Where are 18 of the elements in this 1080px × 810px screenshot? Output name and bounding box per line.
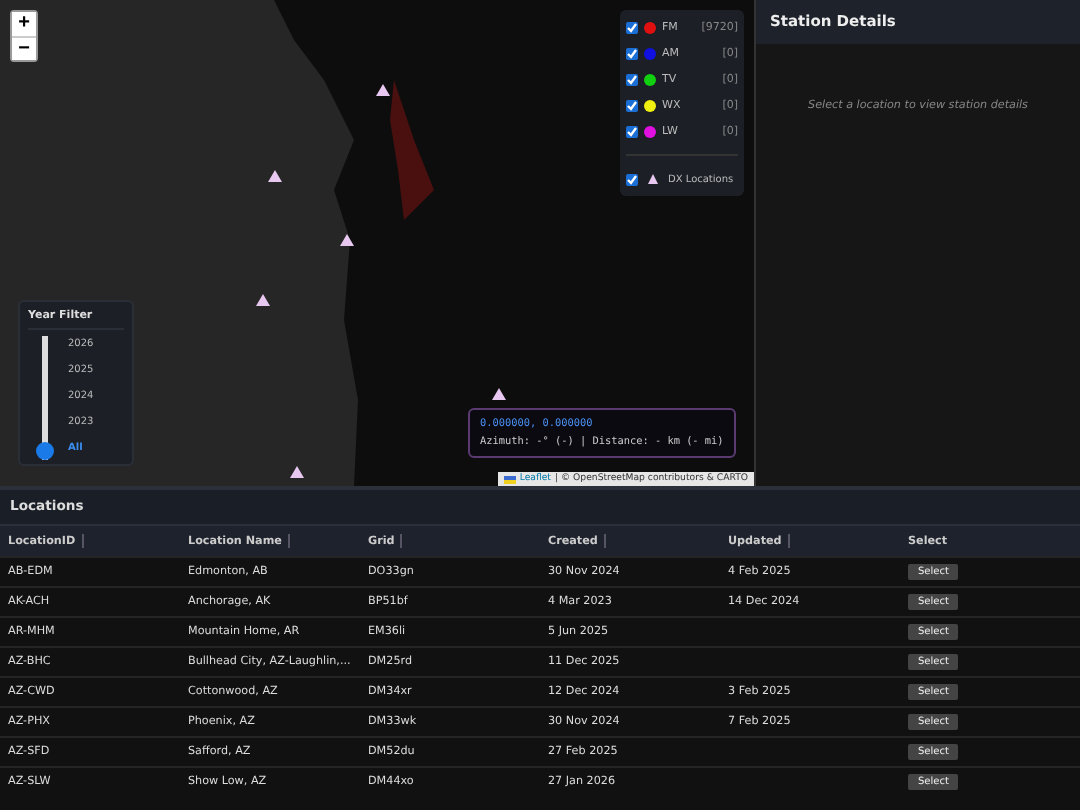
zoom-in-button[interactable]: + bbox=[12, 12, 36, 36]
triangle-icon bbox=[648, 174, 658, 184]
triangle-marker-icon[interactable] bbox=[492, 388, 506, 400]
checkbox[interactable] bbox=[626, 47, 638, 59]
checkbox[interactable] bbox=[626, 99, 638, 111]
checkbox[interactable] bbox=[626, 21, 638, 33]
checkbox[interactable] bbox=[626, 125, 638, 137]
zoom-out-button[interactable]: − bbox=[12, 36, 36, 60]
triangle-marker-icon[interactable] bbox=[340, 234, 354, 246]
triangle-marker-icon[interactable] bbox=[290, 466, 304, 478]
slider-thumb[interactable] bbox=[36, 442, 54, 460]
checkbox[interactable] bbox=[626, 73, 638, 85]
slider-track[interactable] bbox=[36, 336, 54, 460]
triangle-marker-icon[interactable] bbox=[256, 294, 270, 306]
checkbox[interactable] bbox=[626, 173, 638, 185]
triangle-marker-icon[interactable] bbox=[268, 170, 282, 182]
triangle-marker-icon[interactable] bbox=[376, 84, 390, 96]
flag-icon bbox=[503, 475, 516, 483]
